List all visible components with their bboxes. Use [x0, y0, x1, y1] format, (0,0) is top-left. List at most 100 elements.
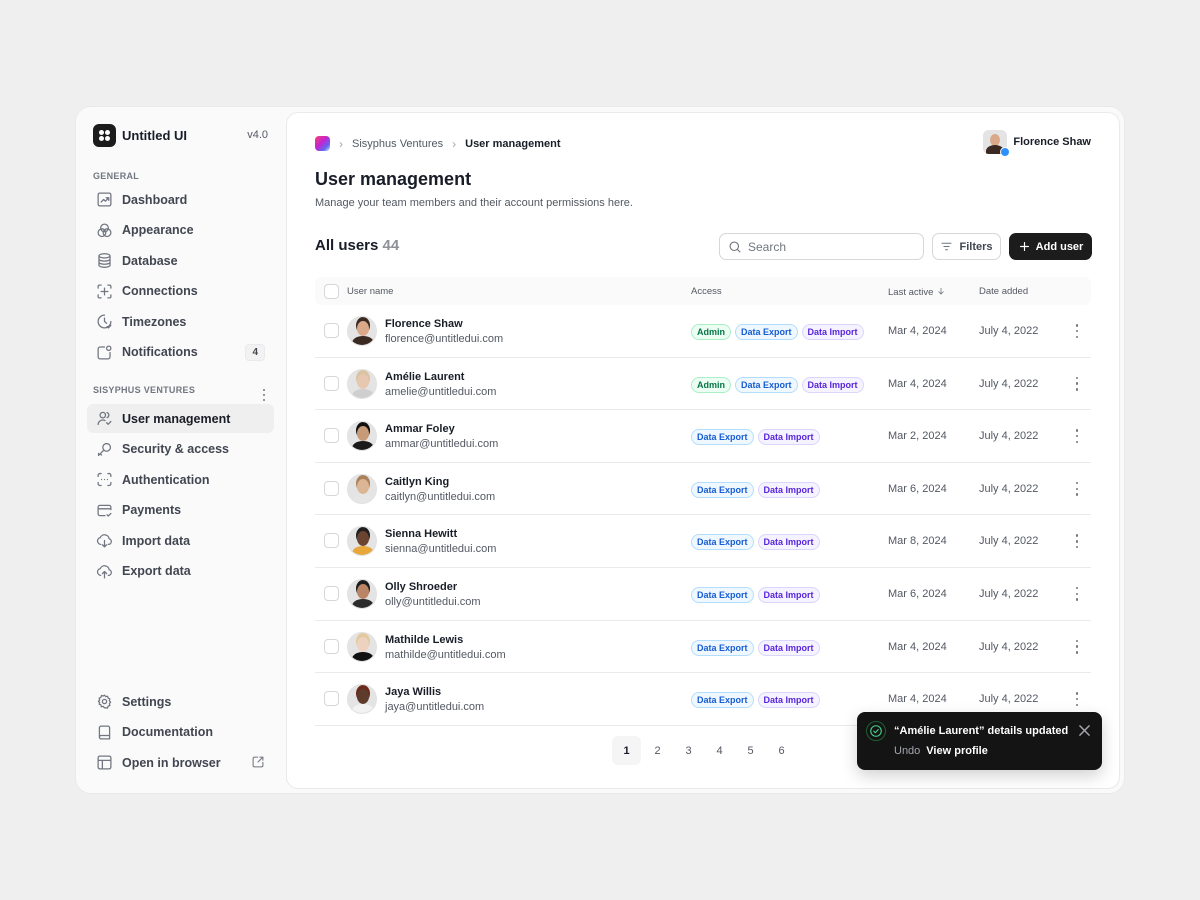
sidebar-item-dashboard[interactable]: Dashboard	[87, 185, 274, 214]
column-header-access[interactable]: Access	[691, 286, 722, 297]
add-user-label: Add user	[1035, 240, 1084, 253]
row-checkbox[interactable]	[324, 375, 339, 391]
last-active: Mar 2, 2024	[888, 430, 947, 443]
row-checkbox[interactable]	[324, 428, 339, 444]
user-email: florence@untitledui.com	[385, 333, 504, 345]
access-badge: Data Import	[757, 429, 820, 446]
user-name: Mathilde Lewis	[385, 633, 464, 646]
table-row[interactable]: Mathilde Lewis mathilde@untitledui.com D…	[315, 621, 1091, 674]
cloud-download-icon	[96, 534, 112, 548]
access-badge: Data Import	[757, 692, 820, 709]
add-user-button[interactable]: Add user	[1009, 233, 1092, 260]
pagination: 123456	[612, 736, 796, 765]
sidebar-item-user-management[interactable]: User management	[87, 404, 274, 433]
sidebar-item-label: Timezones	[122, 314, 187, 329]
user-name: Sienna Hewitt	[385, 528, 458, 541]
filters-label: Filters	[959, 240, 993, 253]
row-checkbox[interactable]	[324, 585, 339, 601]
date-added: July 4, 2022	[979, 587, 1039, 600]
sidebar: Untitled UI v4.0 GENERAL Dashboard Appea…	[76, 107, 286, 793]
sidebar-item-open-in-browser[interactable]: Open in browser	[87, 748, 274, 777]
table-row[interactable]: Sienna Hewitt sienna@untitledui.com Data…	[315, 515, 1091, 568]
sidebar-item-label: User management	[122, 411, 231, 426]
sidebar-item-security[interactable]: Security & access	[87, 435, 274, 464]
user-email: sienna@untitledui.com	[385, 543, 497, 556]
column-header-date-added[interactable]: Date added	[979, 286, 1028, 297]
date-added: July 4, 2022	[979, 640, 1039, 653]
notification-icon	[97, 345, 112, 360]
brand[interactable]: Untitled UI	[93, 124, 187, 147]
filter-lines-icon	[941, 242, 953, 251]
row-actions-icon[interactable]	[1073, 534, 1081, 549]
user-name: Caitlyn King	[385, 475, 450, 488]
search-input[interactable]	[748, 239, 908, 254]
sidebar-item-import-data[interactable]: Import data	[87, 526, 274, 555]
select-all-checkbox[interactable]	[324, 283, 339, 299]
sidebar-item-documentation[interactable]: Documentation	[87, 718, 274, 747]
last-active: Mar 8, 2024	[888, 535, 947, 548]
sidebar-item-appearance[interactable]: Appearance	[87, 216, 274, 245]
row-actions-icon[interactable]	[1073, 429, 1081, 444]
page-button[interactable]: 4	[705, 736, 734, 765]
row-checkbox[interactable]	[324, 691, 339, 707]
column-header-last-active[interactable]: Last active	[888, 286, 946, 298]
table-row[interactable]: Ammar Foley ammar@untitledui.com Data Ex…	[315, 410, 1091, 463]
access-badge: Data Export	[691, 692, 754, 709]
row-actions-icon[interactable]	[1073, 376, 1081, 391]
workspace-logo-icon[interactable]	[315, 136, 330, 151]
access-badge: Data Import	[757, 639, 820, 656]
breadcrumb-current: User management	[465, 137, 561, 150]
sidebar-item-database[interactable]: Database	[87, 246, 274, 275]
sidebar-item-export-data[interactable]: Export data	[87, 557, 274, 586]
access-badges: Admin Data Export Data Import	[691, 376, 864, 393]
row-checkbox[interactable]	[324, 533, 339, 549]
row-actions-icon[interactable]	[1073, 481, 1081, 496]
row-checkbox[interactable]	[324, 480, 339, 496]
undo-button[interactable]: Undo	[894, 745, 920, 757]
sidebar-item-timezones[interactable]: Timezones	[87, 307, 274, 336]
user-name: Olly Shroeder	[385, 580, 458, 593]
sidebar-item-notifications[interactable]: Notifications 4	[87, 338, 274, 367]
search-field[interactable]	[719, 233, 924, 260]
last-active: Mar 4, 2024	[888, 640, 947, 653]
current-user-menu[interactable]: Florence Shaw	[983, 130, 1091, 157]
chevron-right-icon: ›	[452, 136, 457, 151]
view-profile-button[interactable]: View profile	[926, 745, 988, 757]
column-header-user-name[interactable]: User name	[347, 286, 393, 297]
page-button[interactable]: 1	[612, 736, 641, 765]
table-row[interactable]: Amélie Laurent amelie@untitledui.com Adm…	[315, 358, 1091, 411]
row-checkbox[interactable]	[324, 323, 339, 338]
page-button[interactable]: 6	[767, 736, 796, 765]
last-active: Mar 6, 2024	[888, 587, 947, 600]
close-icon[interactable]	[1079, 723, 1090, 736]
sidebar-item-authentication[interactable]: Authentication	[87, 465, 274, 494]
logo-icon	[93, 124, 116, 147]
access-badges: Data Export Data Import	[691, 534, 820, 551]
row-actions-icon[interactable]	[1073, 586, 1081, 601]
plus-icon	[1019, 242, 1029, 251]
user-email: ammar@untitledui.com	[385, 438, 499, 451]
filters-button[interactable]: Filters	[932, 233, 1001, 260]
table-row[interactable]: Florence Shaw florence@untitledui.com Ad…	[315, 305, 1091, 358]
breadcrumb-workspace[interactable]: Sisyphus Ventures	[352, 138, 443, 150]
avatar	[347, 421, 377, 452]
page-button[interactable]: 3	[674, 736, 703, 765]
nav-workspace: User management Security & access Authen…	[87, 404, 274, 588]
page-button[interactable]: 2	[643, 736, 672, 765]
row-actions-icon[interactable]	[1073, 639, 1081, 654]
table-row[interactable]: Olly Shroeder olly@untitledui.com Data E…	[315, 568, 1091, 621]
page-button[interactable]: 5	[736, 736, 765, 765]
sidebar-item-settings[interactable]: Settings	[87, 687, 274, 716]
workspace-menu-icon[interactable]	[262, 389, 266, 401]
date-added: July 4, 2022	[979, 325, 1039, 337]
sidebar-item-payments[interactable]: Payments	[87, 496, 274, 525]
row-actions-icon[interactable]	[1073, 324, 1081, 338]
row-checkbox[interactable]	[324, 638, 339, 654]
table-row[interactable]: Caitlyn King caitlyn@untitledui.com Data…	[315, 463, 1091, 516]
sidebar-item-connections[interactable]: Connections	[87, 277, 274, 306]
avatar	[347, 473, 377, 504]
access-badges: Data Export Data Import	[691, 692, 820, 709]
chart-icon	[97, 192, 112, 207]
access-badge: Data Export	[691, 586, 754, 603]
row-actions-icon[interactable]	[1073, 692, 1081, 707]
